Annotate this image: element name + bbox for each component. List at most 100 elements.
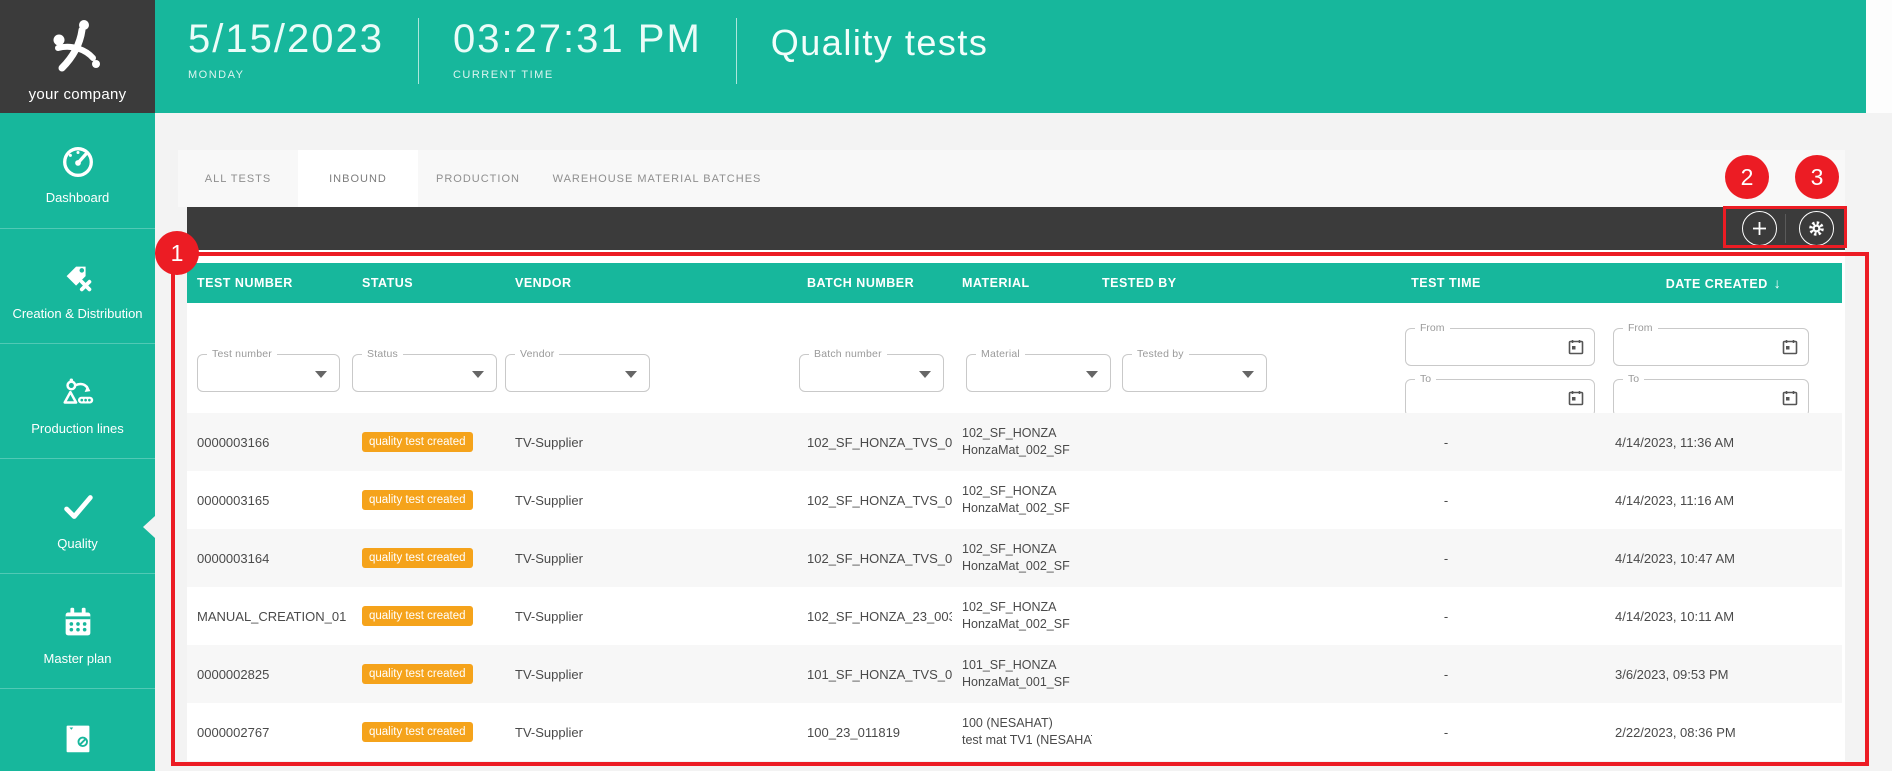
cell-date-created: 2/22/2023, 08:36 PM (1605, 703, 1842, 761)
column-header-material[interactable]: MATERIAL (952, 263, 1092, 304)
cell-material: 102_SF_HONZA HonzaMat_002_SF (952, 413, 1092, 471)
current-date: 5/15/2023 (188, 16, 384, 62)
cell-material: 101_SF_HONZA HonzaMat_001_SF (952, 645, 1092, 703)
batch-number-filter-dropdown[interactable]: Batch number (799, 354, 944, 392)
sidebar-item-master-plan[interactable]: Master plan (0, 573, 155, 688)
checkmark-icon (59, 489, 97, 527)
gear-icon (1807, 219, 1826, 238)
status-badge: quality test created (362, 722, 473, 742)
cell-date-created: 3/6/2023, 09:53 PM (1605, 645, 1842, 703)
cell-date-created: 4/14/2023, 10:11 AM (1605, 587, 1842, 645)
tested-by-filter-dropdown[interactable]: Tested by (1122, 354, 1267, 392)
date-created-to-input[interactable]: To (1613, 379, 1809, 417)
material-line-2: HonzaMat_001_SF (962, 674, 1070, 691)
quality-tests-app: your company 5/15/2023 MONDAY 03:27:31 P… (0, 0, 1892, 771)
cell-test-time: - (1287, 413, 1605, 471)
current-time: 03:27:31 PM (453, 16, 702, 62)
table-row[interactable]: 0000003165 quality test created TV-Suppl… (187, 471, 1842, 529)
filter-row: Test number Status Vendor (187, 303, 1842, 413)
cell-material: 102_SF_HONZA HonzaMat_002_SF (952, 529, 1092, 587)
filter-cell: Test number (187, 303, 352, 417)
filter-cell: Material (952, 303, 1092, 417)
calendar-picker-icon[interactable] (1782, 339, 1798, 355)
cell-test-number: 0000003166 (187, 413, 352, 471)
test-time-from-input[interactable]: From (1405, 328, 1595, 366)
sidebar-item-label: Dashboard (42, 190, 114, 205)
filter-label: Test number (207, 348, 277, 360)
gauge-icon (59, 143, 97, 181)
status-filter-dropdown[interactable]: Status (352, 354, 497, 392)
date-created-from-input[interactable]: From (1613, 328, 1809, 366)
table-row[interactable]: 0000002825 quality test created TV-Suppl… (187, 645, 1842, 703)
filter-label: Tested by (1132, 348, 1189, 360)
tab-production[interactable]: PRODUCTION (418, 150, 538, 207)
sidebar-item-products[interactable] (0, 688, 155, 771)
sidebar-item-quality[interactable]: Quality (0, 458, 155, 573)
column-header-status[interactable]: STATUS (352, 263, 505, 304)
cell-tested-by (1092, 529, 1287, 587)
table-row[interactable]: 0000003164 quality test created TV-Suppl… (187, 529, 1842, 587)
material-filter-dropdown[interactable]: Material (966, 354, 1111, 392)
material-line-1: 102_SF_HONZA (962, 425, 1056, 442)
test-number-filter-dropdown[interactable]: Test number (197, 354, 340, 392)
sidebar-item-creation-distribution[interactable]: Creation & Distribution (0, 228, 155, 343)
cell-batch-number: 100_23_011819 (797, 703, 952, 761)
sidebar-item-label: Production lines (27, 421, 128, 436)
chevron-down-icon (472, 371, 484, 378)
material-line-2: HonzaMat_002_SF (962, 558, 1070, 575)
material-line-2: test mat TV1 (NESAHAT) (962, 732, 1092, 749)
tab-all-tests[interactable]: ALL TESTS (178, 150, 298, 207)
cell-test-time: - (1287, 703, 1605, 761)
table-row[interactable]: MANUAL_CREATION_01 quality test created … (187, 587, 1842, 645)
material-line-2: HonzaMat_002_SF (962, 500, 1070, 517)
column-header-test-time[interactable]: TEST TIME (1287, 263, 1605, 304)
vendor-filter-dropdown[interactable]: Vendor (505, 354, 650, 392)
header-divider (418, 18, 419, 84)
column-header-test-number[interactable]: TEST NUMBER (187, 263, 352, 304)
column-header-date-created[interactable]: DATE CREATED↓ (1605, 263, 1842, 304)
cell-date-created: 4/14/2023, 11:36 AM (1605, 413, 1842, 471)
filter-cell: Vendor (505, 303, 797, 417)
column-header-vendor[interactable]: VENDOR (505, 263, 797, 304)
sidebar-nav: Dashboard Creation & Distribution Produc… (0, 113, 155, 771)
cell-test-time: - (1287, 587, 1605, 645)
calendar-picker-icon[interactable] (1568, 390, 1584, 406)
settings-button[interactable] (1799, 211, 1834, 246)
add-test-button[interactable] (1742, 211, 1777, 246)
cell-test-time: - (1287, 471, 1605, 529)
sidebar-item-production-lines[interactable]: Production lines (0, 343, 155, 458)
cell-material: 102_SF_HONZA HonzaMat_002_SF (952, 587, 1092, 645)
sort-desc-arrow-icon[interactable]: ↓ (1774, 275, 1782, 291)
cell-tested-by (1092, 645, 1287, 703)
material-line-1: 102_SF_HONZA (962, 599, 1056, 616)
cell-test-number: 0000002767 (187, 703, 352, 761)
cell-tested-by (1092, 471, 1287, 529)
cell-vendor: TV-Supplier (505, 529, 797, 587)
company-logo[interactable]: your company (0, 0, 155, 113)
filter-label: To (1415, 373, 1436, 385)
table-row[interactable]: 0000002767 quality test created TV-Suppl… (187, 703, 1842, 761)
test-time-to-input[interactable]: To (1405, 379, 1595, 417)
company-logo-icon (46, 18, 110, 80)
table-row[interactable]: 0000003166 quality test created TV-Suppl… (187, 413, 1842, 471)
plus-icon (1751, 220, 1768, 237)
sidebar-item-dashboard[interactable]: Dashboard (0, 113, 155, 228)
cell-batch-number: 102_SF_HONZA_TVS_000342 (797, 529, 952, 587)
tab-inbound[interactable]: INBOUND (298, 150, 418, 207)
cell-test-time: - (1287, 645, 1605, 703)
sidebar-item-label: Quality (53, 536, 101, 551)
column-header-tested-by[interactable]: TESTED BY (1092, 263, 1287, 304)
filter-cell: From To (1605, 303, 1842, 417)
status-badge: quality test created (362, 490, 473, 510)
filter-label: Status (362, 348, 403, 360)
cell-test-number: MANUAL_CREATION_01 (187, 587, 352, 645)
tab-warehouse-material-batches[interactable]: WAREHOUSE MATERIAL BATCHES (538, 150, 776, 207)
calendar-picker-icon[interactable] (1782, 390, 1798, 406)
cell-test-number: 0000003165 (187, 471, 352, 529)
column-header-batch-number[interactable]: BATCH NUMBER (797, 263, 952, 304)
production-robot-icon (59, 374, 97, 412)
table-body: 0000003166 quality test created TV-Suppl… (187, 413, 1842, 761)
calendar-picker-icon[interactable] (1568, 339, 1584, 355)
status-badge: quality test created (362, 664, 473, 684)
cell-status: quality test created (352, 645, 505, 703)
